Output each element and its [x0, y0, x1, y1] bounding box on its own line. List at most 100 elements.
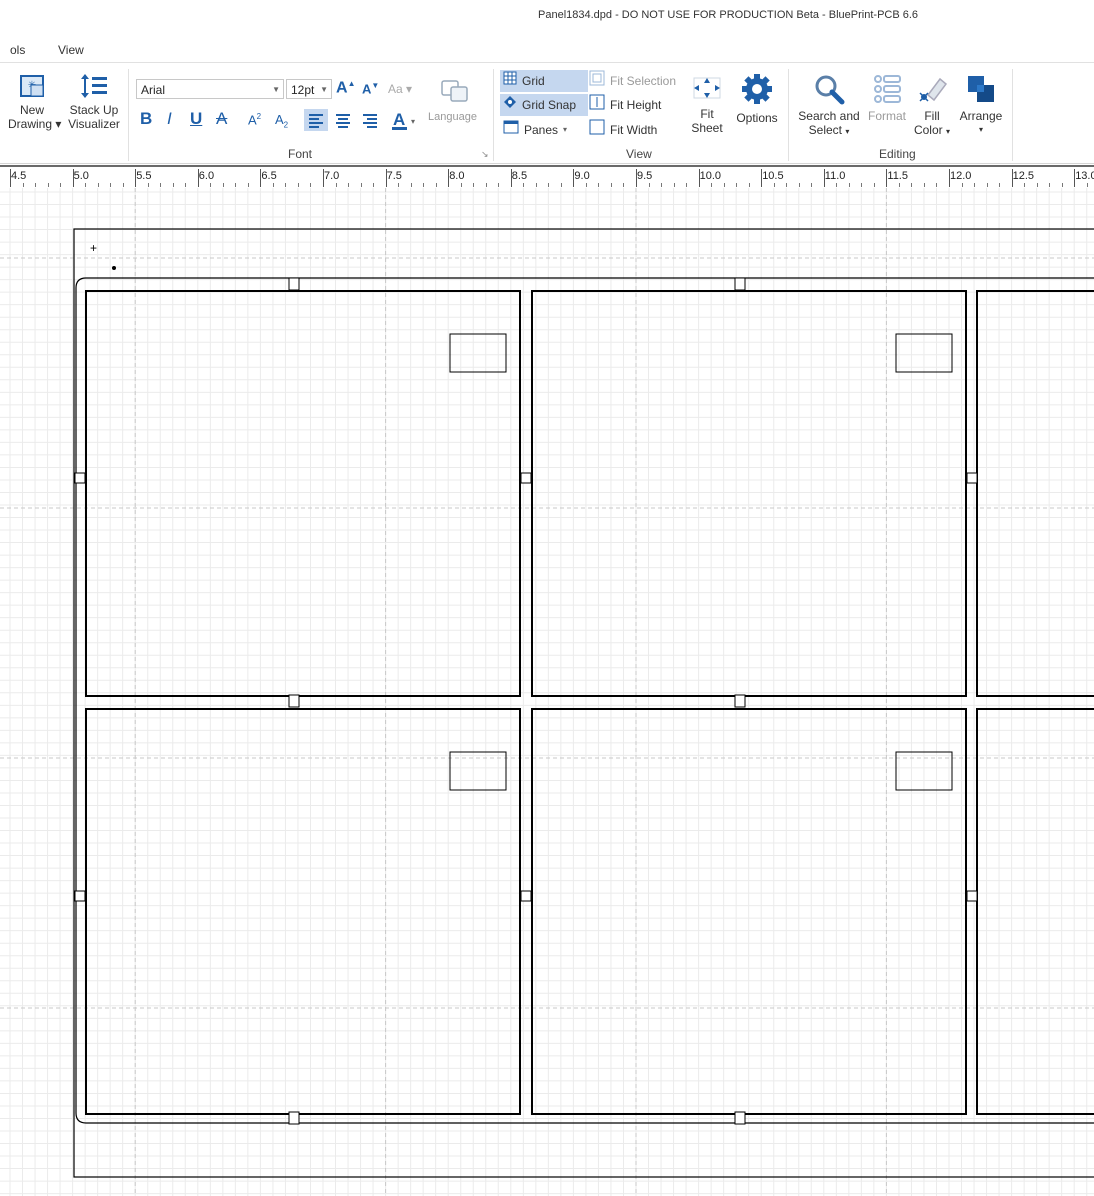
- language-icon: [440, 79, 470, 108]
- panes-button[interactable]: Panes ▾: [500, 119, 570, 141]
- drawing-canvas[interactable]: +: [0, 188, 1094, 1196]
- ruler-label: 10.0: [699, 170, 722, 182]
- ruler-minor-tick: [423, 183, 425, 187]
- ruler-major-tick: [323, 169, 324, 187]
- align-center-button[interactable]: [331, 109, 355, 131]
- ruler-minor-tick: [335, 183, 337, 187]
- pcb-board-outline: [85, 708, 521, 1115]
- pcb-board-outline-partial: [976, 708, 1094, 1115]
- ruler-minor-tick: [485, 183, 487, 187]
- strikethrough-button[interactable]: A: [216, 109, 227, 129]
- new-drawing-button[interactable]: ✳ New Drawing ▾: [8, 73, 61, 131]
- grid-snap-toggle[interactable]: Grid Snap: [500, 94, 588, 116]
- ruler-minor-tick: [185, 183, 187, 187]
- pcb-board-outline: [85, 290, 521, 697]
- ruler-minor-tick: [873, 183, 875, 187]
- ruler-minor-tick: [272, 183, 274, 187]
- ruler-minor-tick: [798, 183, 800, 187]
- italic-button[interactable]: I: [167, 109, 172, 129]
- format-icon: [871, 73, 903, 105]
- editing-group-label: Editing: [879, 147, 916, 161]
- arrange-button[interactable]: Arrange ▾: [954, 73, 1008, 137]
- grow-font-button[interactable]: A▲: [336, 79, 355, 97]
- grid-toggle[interactable]: Grid: [500, 70, 588, 92]
- font-size-combo[interactable]: 12pt ▼: [286, 79, 332, 99]
- change-case-button[interactable]: Aa ▾: [388, 82, 412, 96]
- bold-button[interactable]: B: [140, 109, 152, 129]
- ruler-major-tick: [761, 169, 763, 187]
- ruler-minor-tick: [285, 183, 287, 187]
- ruler-label: 6.5: [261, 170, 277, 182]
- shrink-font-button[interactable]: A▼: [362, 81, 379, 96]
- svg-text:▾: ▾: [411, 117, 415, 126]
- ruler-minor-tick: [47, 183, 49, 187]
- ruler-minor-tick: [1086, 183, 1088, 187]
- ruler-major-tick: [448, 169, 450, 187]
- sheet-border: [73, 228, 1094, 1178]
- ruler-major-tick: [886, 169, 888, 187]
- ribbon: ✳ New Drawing ▾ Stack Up Visualizer Aria…: [0, 62, 1094, 164]
- breakaway-tab: [520, 890, 532, 902]
- ruler-minor-tick: [598, 183, 600, 187]
- ruler-minor-tick: [85, 183, 87, 187]
- fit-sheet-button[interactable]: Fit Sheet: [686, 75, 728, 135]
- ruler-label: 7.0: [324, 170, 340, 182]
- ruler-minor-tick: [673, 183, 675, 187]
- pcb-board-outline-partial: [976, 290, 1094, 697]
- ruler-minor-tick: [1036, 183, 1038, 187]
- ruler-minor-tick: [1061, 183, 1063, 187]
- snap-icon: [503, 94, 517, 116]
- fill-color-button[interactable]: Fill Color ▾: [910, 73, 954, 139]
- underline-button[interactable]: U: [190, 109, 202, 129]
- breakaway-tab: [74, 472, 86, 484]
- ruler-minor-tick: [961, 183, 963, 187]
- fit-width-icon: [589, 119, 605, 142]
- magnifier-icon: [813, 73, 845, 105]
- font-color-button[interactable]: A ▾: [392, 109, 422, 134]
- font-family-combo[interactable]: Arial ▼: [136, 79, 284, 99]
- fit-width-button[interactable]: Fit Width: [586, 119, 660, 141]
- ruler-minor-tick: [723, 183, 725, 187]
- search-and-select-button[interactable]: Search and Select ▾: [794, 73, 864, 139]
- ruler-minor-tick: [398, 183, 400, 187]
- ruler-label: 6.0: [198, 170, 215, 182]
- ruler-minor-tick: [936, 183, 938, 187]
- ruler-label: 11.5: [887, 170, 908, 182]
- ruler-minor-tick: [736, 183, 738, 187]
- ruler-minor-tick: [22, 183, 24, 187]
- align-right-button[interactable]: [358, 109, 382, 131]
- language-button[interactable]: Language: [428, 111, 477, 123]
- ruler-minor-tick: [523, 183, 525, 187]
- ruler-minor-tick: [623, 183, 625, 187]
- fit-height-icon: [589, 94, 605, 117]
- superscript-button[interactable]: A2: [248, 112, 261, 127]
- ruler-major-tick: [72, 169, 74, 187]
- ruler-minor-tick: [848, 183, 850, 187]
- fill-bucket-icon: [916, 73, 948, 105]
- ruler-label: 8.5: [511, 170, 528, 182]
- breakaway-tab: [288, 694, 300, 708]
- format-button[interactable]: Format: [864, 73, 910, 123]
- font-dialog-launcher-icon[interactable]: ↘: [481, 149, 489, 160]
- ruler-minor-tick: [435, 183, 437, 187]
- menu-tools[interactable]: ols: [10, 43, 25, 57]
- ruler-major-tick: [1011, 169, 1013, 187]
- view-group-label: View: [626, 147, 652, 161]
- origin-marker: +: [90, 241, 97, 255]
- ruler-minor-tick: [460, 183, 462, 187]
- fit-height-button[interactable]: Fit Height: [586, 94, 664, 116]
- ruler-label: 5.5: [136, 170, 152, 182]
- options-button[interactable]: Options: [732, 73, 782, 125]
- ruler-minor-tick: [610, 183, 612, 187]
- ruler-label: 4.5: [11, 170, 27, 182]
- subscript-button[interactable]: A2: [275, 112, 288, 130]
- ruler-minor-tick: [686, 183, 688, 187]
- ruler-label: 12.0: [950, 170, 972, 182]
- ruler-minor-tick: [222, 183, 224, 187]
- menu-view[interactable]: View: [58, 43, 84, 57]
- fit-selection-button[interactable]: Fit Selection: [586, 70, 679, 92]
- breakaway-tab: [734, 277, 746, 291]
- align-left-button[interactable]: [304, 109, 328, 131]
- stack-up-visualizer-button[interactable]: Stack Up Visualizer: [66, 73, 122, 131]
- ruler-minor-tick: [235, 183, 237, 187]
